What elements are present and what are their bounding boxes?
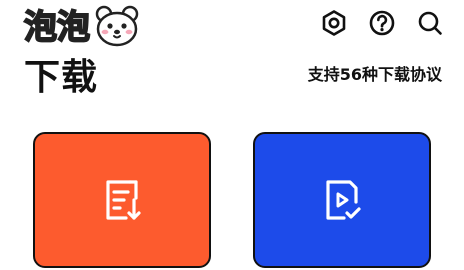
settings-button[interactable]: [318, 7, 350, 39]
brand-logo: 泡泡: [23, 2, 140, 50]
download-card[interactable]: [33, 132, 211, 268]
help-button[interactable]: [366, 7, 398, 39]
settings-hex-icon: [322, 10, 346, 36]
search-icon: [418, 11, 442, 35]
top-actions: [318, 7, 446, 39]
app-screen: 泡泡 下载 支持56种下载协议: [0, 0, 464, 270]
brand-name: 泡泡: [23, 6, 91, 46]
help-icon: [369, 10, 395, 36]
video-file-check-icon: [326, 180, 361, 220]
protocol-support-text: 支持56种下载协议: [307, 65, 442, 84]
video-card[interactable]: [253, 132, 431, 268]
page-title: 下载: [24, 57, 99, 98]
document-download-icon: [106, 180, 141, 220]
search-button[interactable]: [414, 7, 446, 39]
bear-logo-icon: [95, 5, 139, 47]
